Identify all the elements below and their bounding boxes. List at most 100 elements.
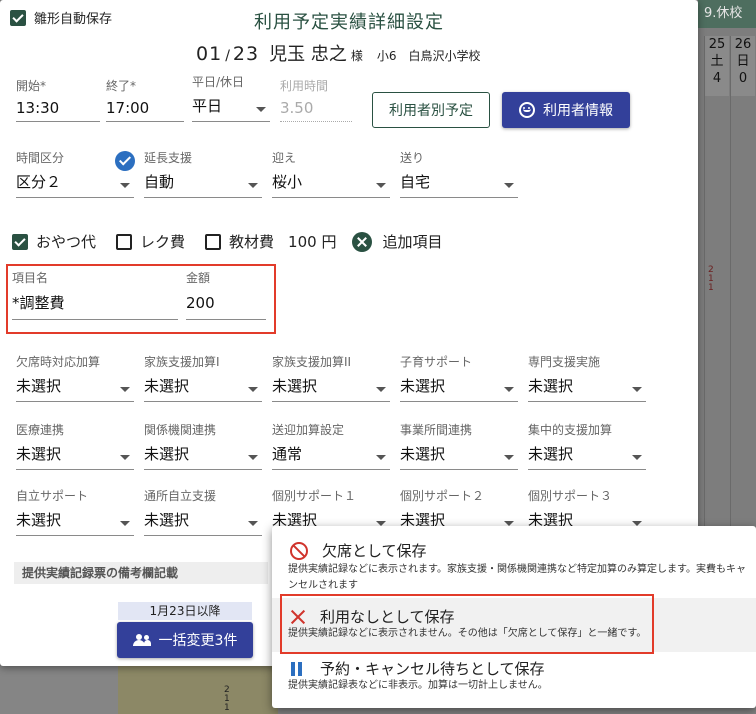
chevron-down-icon	[120, 183, 130, 188]
material-checkbox[interactable]: 教材費	[205, 231, 274, 252]
addon-select[interactable]: 家族支援加算II 未選択	[272, 354, 390, 402]
daytype-value[interactable]: 平日	[192, 90, 270, 122]
usage-time-field: 利用時間 3.50	[280, 78, 352, 122]
addon-select[interactable]: 欠席時対応加算 未選択	[16, 354, 134, 402]
chevron-down-icon	[248, 521, 258, 526]
start-time-field[interactable]: 開始* 13:30	[16, 78, 100, 122]
extension-support-label: 延長支援	[144, 151, 193, 165]
addon-label: 欠席時対応加算	[16, 355, 101, 369]
calendar-day: 26	[734, 37, 752, 52]
addon-label: 専門支援実施	[528, 355, 601, 369]
addon-select[interactable]: 医療連携 未選択	[16, 422, 134, 470]
addon-value[interactable]: 未選択	[16, 504, 134, 536]
addon-value[interactable]: 未選択	[272, 370, 390, 402]
addon-label: 個別サポート２	[400, 489, 485, 503]
addon-value[interactable]: 通常	[272, 438, 390, 470]
addon-label: 集中的支援加算	[528, 423, 613, 437]
recreation-label: レク費	[140, 233, 186, 251]
daytype-label: 平日/休日	[192, 75, 245, 89]
addon-select[interactable]: 自立サポート 未選択	[16, 488, 134, 536]
save-as-absent-option[interactable]: 欠席として保存 提供実績記録などに表示されます。家族支援・関係機関連携など特定加…	[272, 526, 756, 596]
add-item-toggle[interactable]: 追加項目	[352, 231, 442, 252]
extension-support-select[interactable]: 延長支援 自動	[144, 150, 262, 198]
end-time-input[interactable]: 17:00	[106, 94, 184, 122]
chevron-down-icon	[248, 183, 258, 188]
calendar-weekday: 土	[710, 54, 724, 69]
start-time-input[interactable]: 13:30	[16, 94, 100, 122]
checkbox-unchecked-icon	[116, 233, 133, 250]
snack-checkbox[interactable]: おやつ代	[12, 231, 96, 252]
save-as-absent-title: 欠席として保存	[322, 542, 427, 560]
addon-label: 通所自立支援	[144, 489, 217, 503]
addon-select[interactable]: 集中的支援加算 未選択	[528, 422, 646, 470]
recreation-checkbox[interactable]: レク費	[116, 231, 185, 252]
ban-icon	[290, 541, 308, 560]
addon-select[interactable]: 関係機関連携 未選択	[144, 422, 262, 470]
user-info-button[interactable]: 利用者情報	[502, 92, 630, 128]
check-circle-icon	[115, 151, 135, 171]
addon-select[interactable]: 子育サポート 未選択	[400, 354, 518, 402]
dropoff-select[interactable]: 送り 自宅	[400, 150, 518, 198]
addon-select[interactable]: 事業所間連携 未選択	[400, 422, 518, 470]
end-time-field[interactable]: 終了* 17:00	[106, 78, 184, 122]
daytype-select[interactable]: 平日/休日 平日	[192, 74, 270, 122]
addon-value[interactable]: 未選択	[144, 438, 262, 470]
addon-value[interactable]: 未選択	[144, 504, 262, 536]
chevron-down-icon	[256, 107, 266, 112]
addon-label: 送迎加算設定	[272, 423, 345, 437]
per-user-plan-button[interactable]: 利用者別予定	[372, 92, 490, 128]
date-month: 01	[196, 43, 223, 65]
calendar-mark-stack: 2 1 1	[224, 686, 230, 713]
user-honorific: 様	[350, 49, 363, 63]
addon-select[interactable]: 通所自立支援 未選択	[144, 488, 262, 536]
addon-label: 医療連携	[16, 423, 65, 437]
addon-value[interactable]: 未選択	[16, 370, 134, 402]
user-name: 児玉 忠之	[269, 44, 347, 65]
usage-time-label: 利用時間	[280, 79, 329, 93]
remarks-section-header[interactable]: 提供実績記録票の備考欄記載	[14, 562, 268, 584]
dropoff-label: 送り	[400, 151, 425, 165]
addon-value[interactable]: 未選択	[400, 438, 518, 470]
addon-value[interactable]: 未選択	[144, 370, 262, 402]
dialog-title: 利用予定実績詳細設定	[254, 12, 444, 33]
chevron-down-icon	[632, 387, 642, 392]
calendar-weekday: 日	[736, 54, 750, 69]
dropoff-value[interactable]: 自宅	[400, 166, 518, 198]
end-time-label: 終了*	[106, 79, 137, 93]
checkbox-unchecked-icon	[205, 233, 222, 250]
bulk-change-button[interactable]: 一括変更3件	[117, 622, 253, 658]
addon-label: 子育サポート	[400, 355, 473, 369]
chevron-down-icon	[376, 387, 386, 392]
addon-label: 事業所間連携	[400, 423, 473, 437]
addon-value[interactable]: 未選択	[400, 370, 518, 402]
chevron-down-icon	[504, 387, 514, 392]
pickup-label: 迎え	[272, 151, 297, 165]
addon-select[interactable]: 送迎加算設定 通常	[272, 422, 390, 470]
addon-label: 個別サポート１	[272, 489, 357, 503]
expense-total: 100 円	[288, 233, 337, 251]
addon-select[interactable]: 専門支援実施 未選択	[528, 354, 646, 402]
addon-value[interactable]: 未選択	[528, 438, 646, 470]
addon-value[interactable]: 未選択	[16, 438, 134, 470]
pickup-value[interactable]: 桜小	[272, 166, 390, 198]
addon-label: 関係機関連携	[144, 423, 217, 437]
calendar-count: 0	[738, 71, 748, 86]
calendar-day: 25	[708, 37, 726, 52]
date-separator: /	[225, 48, 230, 64]
calendar-day-column[interactable]: 26 日 0	[730, 36, 755, 96]
time-division-value[interactable]: 区分２	[16, 166, 134, 198]
pickup-select[interactable]: 迎え 桜小	[272, 150, 390, 198]
calendar-mark: 1	[708, 283, 714, 293]
chevron-down-icon	[376, 183, 386, 188]
save-as-waitlist-title: 予約・キャンセル待ちとして保存	[320, 660, 545, 678]
pause-icon	[290, 661, 304, 676]
extension-support-value[interactable]: 自動	[144, 166, 262, 198]
addon-select[interactable]: 家族支援加算I 未選択	[144, 354, 262, 402]
addon-value[interactable]: 未選択	[528, 370, 646, 402]
addon-label: 自立サポート	[16, 489, 89, 503]
chevron-down-icon	[248, 387, 258, 392]
save-as-waitlist-option[interactable]: 予約・キャンセル待ちとして保存 提供実績記録表などに非表示。加算は一切計上しませ…	[272, 652, 756, 708]
calendar-day-column[interactable]: 25 土 4	[704, 36, 729, 96]
chevron-down-icon	[376, 455, 386, 460]
save-options-menu: 欠席として保存 提供実績記録などに表示されます。家族支援・関係機関連携など特定加…	[272, 526, 756, 708]
